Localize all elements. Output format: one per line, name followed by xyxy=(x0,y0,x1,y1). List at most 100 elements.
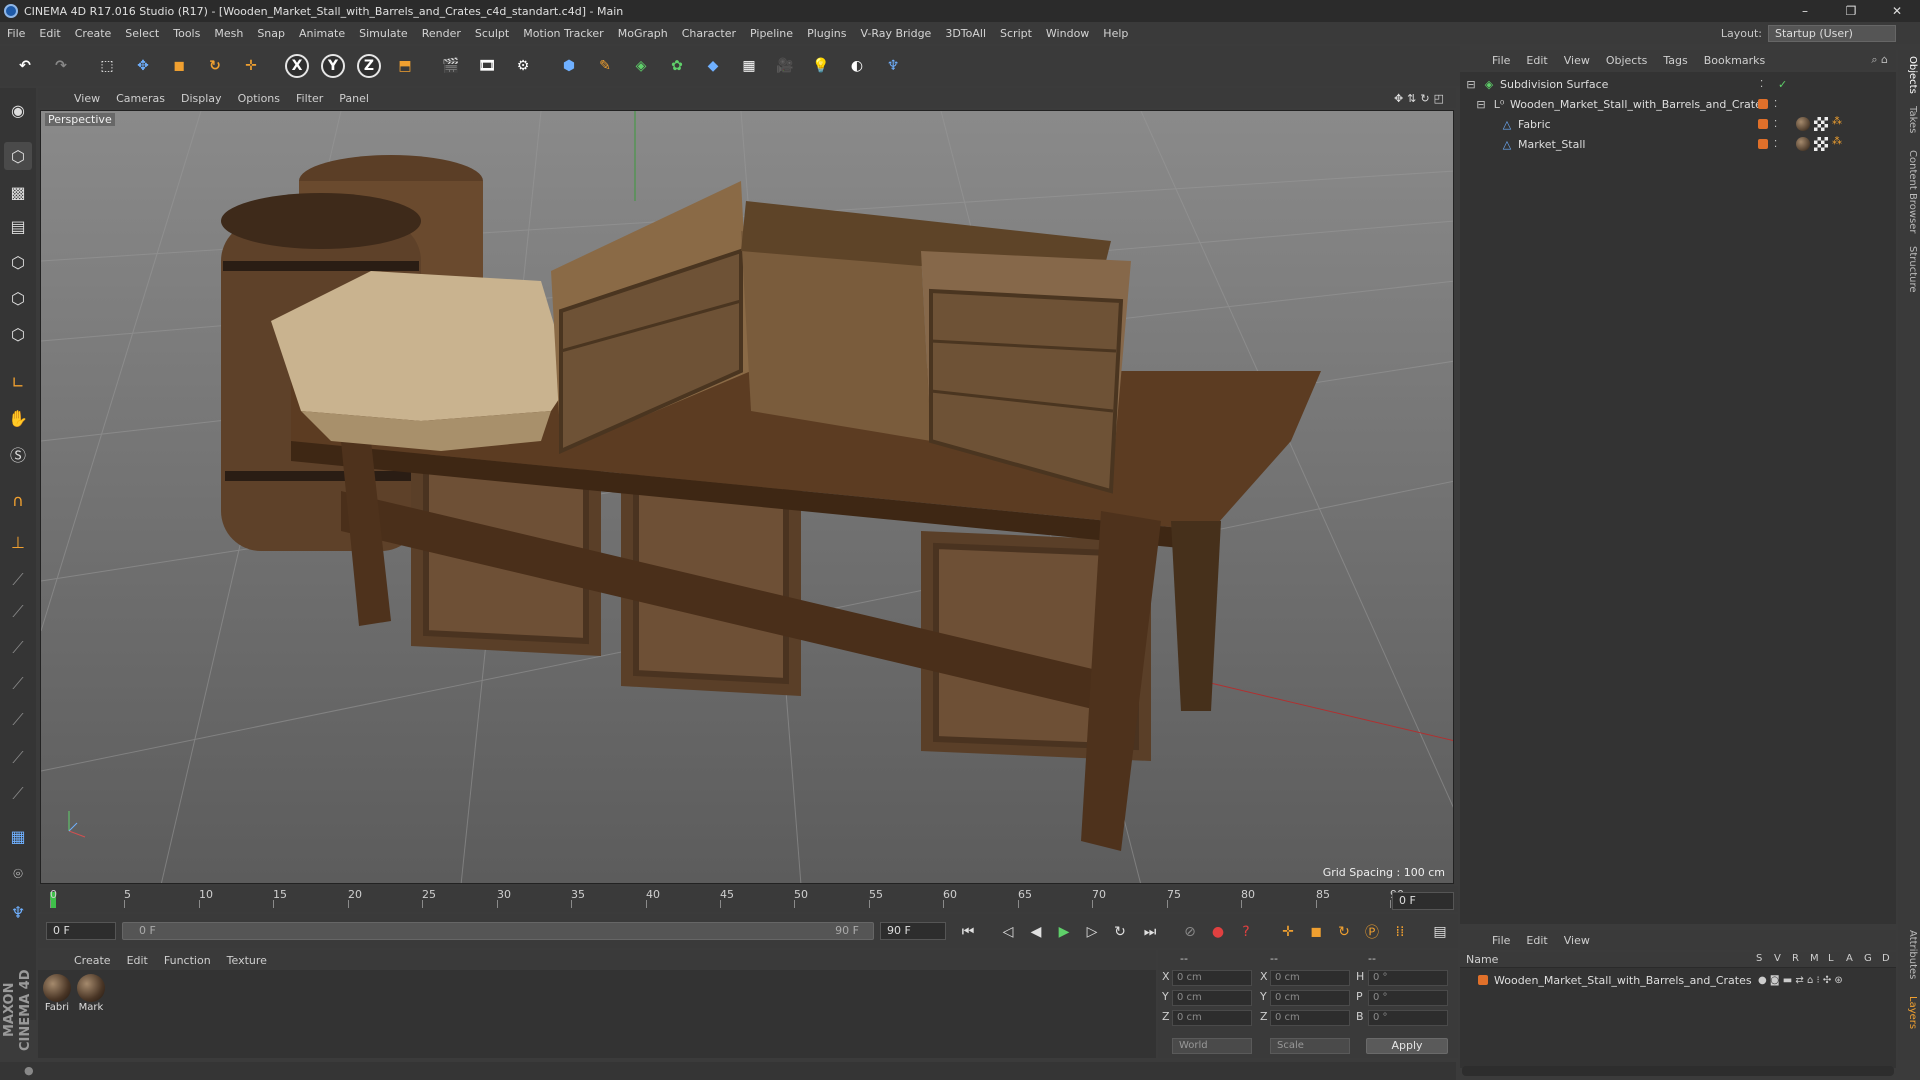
previous-key-icon[interactable]: ◁ xyxy=(996,920,1020,944)
menu-edit[interactable]: Edit xyxy=(32,27,67,40)
record-active-icon[interactable]: ● xyxy=(1206,920,1230,944)
mograph-cloner-icon[interactable]: ✿ xyxy=(662,50,692,82)
menu-select[interactable]: Select xyxy=(118,27,166,40)
rotation-p-field[interactable]: 0 ° xyxy=(1368,990,1448,1006)
tab-takes[interactable]: Takes xyxy=(1900,106,1918,133)
make-editable-icon[interactable]: ◉ xyxy=(4,96,32,124)
live-selection-icon[interactable]: ⬚ xyxy=(92,50,122,82)
position-x-field[interactable]: 0 cm xyxy=(1172,970,1252,986)
tab-attributes[interactable]: Attributes xyxy=(1900,930,1918,979)
recent-tool-icon[interactable]: ✛ xyxy=(236,50,266,82)
size-x-field[interactable]: 0 cm xyxy=(1270,970,1350,986)
size-z-field[interactable]: 0 cm xyxy=(1270,1010,1350,1026)
scale-tool-icon[interactable]: ◼ xyxy=(164,50,194,82)
rotate-tool-icon[interactable]: ↻ xyxy=(200,50,230,82)
snap-icon[interactable]: Ⓢ xyxy=(4,440,32,468)
coordinate-system-icon[interactable]: ⬒ xyxy=(390,50,420,82)
tab-objects[interactable]: Objects xyxy=(1900,56,1918,94)
menu-window[interactable]: Window xyxy=(1039,27,1096,40)
tab-layers[interactable]: Layers xyxy=(1900,996,1918,1029)
rotation-b-field[interactable]: 0 ° xyxy=(1368,1010,1448,1026)
texture-tag-icon[interactable] xyxy=(1814,117,1828,131)
menu-animate[interactable]: Animate xyxy=(292,27,352,40)
layer-toggle-icons[interactable]: ● ◙ ▬ ⇄ ⌂ ⁝ ✣ ⊛ xyxy=(1758,975,1843,986)
polygons-mode-icon[interactable]: ⬡ xyxy=(4,320,32,348)
start-frame-field[interactable]: 0 F xyxy=(46,922,116,940)
go-to-start-icon[interactable]: ⏮ xyxy=(956,920,980,944)
enabled-check-icon[interactable]: ✓ xyxy=(1778,78,1787,91)
om-search-icon[interactable]: ⌕ ⌂ xyxy=(1871,53,1896,67)
om-menu-objects[interactable]: Objects xyxy=(1598,54,1656,67)
object-row[interactable]: △ Market_Stall ⁚ ⁂ xyxy=(1460,134,1896,154)
timeline-ruler[interactable]: 051015202530354045505560657075808590 xyxy=(50,888,1404,910)
visibility-dots-icon[interactable]: ⁚ xyxy=(1774,139,1777,150)
apply-button[interactable]: Apply xyxy=(1366,1038,1448,1054)
camera-icon[interactable]: 🎥 xyxy=(770,50,800,82)
collapse-icon[interactable]: ⊟ xyxy=(1474,97,1488,111)
render-view-icon[interactable]: 🎬 xyxy=(436,50,466,82)
menu-create[interactable]: Create xyxy=(68,27,119,40)
object-row[interactable]: ⊟ L⁰ Wooden_Market_Stall_with_Barrels_an… xyxy=(1460,94,1896,114)
autokey-icon[interactable]: ? xyxy=(1234,920,1258,944)
om-menu-tags[interactable]: Tags xyxy=(1655,54,1695,67)
viewport-menu-filter[interactable]: Filter xyxy=(288,92,331,105)
layer-col-manager[interactable]: M xyxy=(1810,953,1819,964)
menu-file[interactable]: File xyxy=(0,27,32,40)
rotation-h-field[interactable]: 0 ° xyxy=(1368,970,1448,986)
menu-render[interactable]: Render xyxy=(415,27,468,40)
end-frame-field[interactable]: 90 F xyxy=(880,922,946,940)
menu-snap[interactable]: Snap xyxy=(250,27,292,40)
deformer-icon[interactable]: ◆ xyxy=(698,50,728,82)
om-menu-edit[interactable]: Edit xyxy=(1518,54,1555,67)
menu-pipeline[interactable]: Pipeline xyxy=(743,27,800,40)
viewport-menu-panel[interactable]: Panel xyxy=(331,92,377,105)
key-parameter-icon[interactable]: Ⓟ xyxy=(1360,920,1384,944)
previous-frame-icon[interactable]: ◀ xyxy=(1024,920,1048,944)
uvw-tag-icon[interactable]: ⁂ xyxy=(1832,136,1842,147)
material-tag-icon[interactable] xyxy=(1796,117,1810,131)
object-row[interactable]: △ Fabric ⁚ ⁂ xyxy=(1460,114,1896,134)
material-menu-edit[interactable]: Edit xyxy=(119,954,156,967)
floor-scene-icon[interactable]: ▦ xyxy=(734,50,764,82)
visibility-dots-icon[interactable]: ⁚ xyxy=(1774,119,1777,130)
minimize-button[interactable]: – xyxy=(1782,4,1828,18)
viewport-menu-options[interactable]: Options xyxy=(230,92,288,105)
close-button[interactable]: ✕ xyxy=(1874,4,1920,18)
material-menu-create[interactable]: Create xyxy=(66,954,119,967)
subdivision-surface-icon[interactable]: ◈ xyxy=(626,50,656,82)
material-tag-icon[interactable] xyxy=(1796,137,1810,151)
pen-spline-icon[interactable]: ✎ xyxy=(590,50,620,82)
key-position-icon[interactable]: ✛ xyxy=(1276,920,1300,944)
layer-col-animation[interactable]: A xyxy=(1846,953,1853,964)
layer-col-solo[interactable]: S xyxy=(1756,953,1762,964)
layer-row[interactable]: Wooden_Market_Stall_with_Barrels_and_Cra… xyxy=(1460,970,1896,990)
next-key-icon[interactable]: ↻ xyxy=(1108,920,1132,944)
model-mode-icon[interactable]: ⬡ xyxy=(4,142,32,170)
material-market-stall[interactable]: Mark xyxy=(76,974,106,1013)
points-mode-icon[interactable]: ⬡ xyxy=(4,248,32,276)
menu-tools[interactable]: Tools xyxy=(166,27,207,40)
tab-structure[interactable]: Structure xyxy=(1900,246,1918,293)
menu-sculpt[interactable]: Sculpt xyxy=(468,27,516,40)
menu-help[interactable]: Help xyxy=(1096,27,1135,40)
layer-col-deformers[interactable]: D xyxy=(1882,953,1890,964)
menu-script[interactable]: Script xyxy=(993,27,1039,40)
visibility-dots-icon[interactable]: ⁚ xyxy=(1760,79,1763,90)
position-z-field[interactable]: 0 cm xyxy=(1172,1010,1252,1026)
maximize-button[interactable]: ❐ xyxy=(1828,4,1874,18)
python-script-icon[interactable]: ♆ xyxy=(4,898,32,926)
texture-tag-icon[interactable] xyxy=(1814,137,1828,151)
viewport-menu-cameras[interactable]: Cameras xyxy=(108,92,173,105)
magnet-icon[interactable]: ∩ xyxy=(4,486,32,514)
position-y-field[interactable]: 0 cm xyxy=(1172,990,1252,1006)
next-frame-icon[interactable]: ▷ xyxy=(1080,920,1104,944)
size-y-field[interactable]: 0 cm xyxy=(1270,990,1350,1006)
viewport-navigation-icons[interactable]: ✥⇅↻◰ xyxy=(1394,92,1456,105)
om-menu-file[interactable]: File xyxy=(1484,54,1518,67)
layer-col-view[interactable]: V xyxy=(1774,953,1781,964)
object-row[interactable]: ⊟ ◈ Subdivision Surface ⁚ ✓ xyxy=(1460,74,1896,94)
lm-menu-view[interactable]: View xyxy=(1556,934,1598,947)
move-tool-icon[interactable]: ✥ xyxy=(128,50,158,82)
layout-select[interactable]: Startup (User) xyxy=(1768,24,1896,42)
om-menu-bookmarks[interactable]: Bookmarks xyxy=(1696,54,1773,67)
